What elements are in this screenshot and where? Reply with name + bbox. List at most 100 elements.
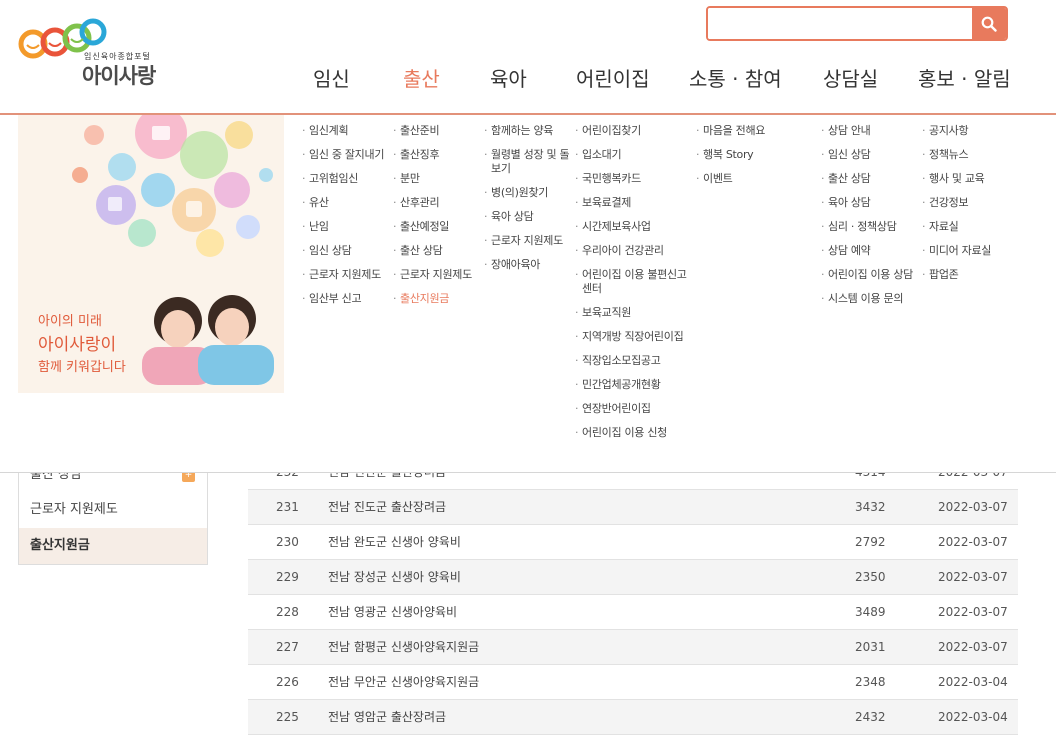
menu-item[interactable]: 미디어 자료실 [922,244,1042,258]
menu-item[interactable]: 보육교직원 [575,306,693,320]
menu-item[interactable]: 입소대기 [575,148,693,162]
mega-menu: 아이의 미래 아이사랑이 함께 키워갑니다 임신계획 임신 중 잘지내기 고위험… [0,115,1056,473]
row-views: 3489 [855,605,886,619]
menu-item[interactable]: 어린이집 이용 불편신고센터 [575,268,693,296]
menu-item[interactable]: 심리 · 정책상담 [821,220,921,234]
menu-item[interactable]: 병(의)원찾기 [484,186,574,200]
menu-item[interactable]: 출산 상담 [821,172,921,186]
promo-banner: 아이의 미래 아이사랑이 함께 키워갑니다 [18,115,284,393]
menu-item[interactable]: 지역개방 직장어린이집 [575,330,693,344]
promo-line-2: 아이사랑이 [38,335,117,355]
row-number: 231 [276,500,299,514]
menu-item[interactable]: 시간제보육사업 [575,220,693,234]
nav-birth[interactable]: 출산 [403,63,440,93]
table-row[interactable]: 228 전남 영광군 신생아양육비 3489 2022-03-07 [248,595,1018,630]
table-row[interactable]: 226 전남 무안군 신생아양육지원금 2348 2022-03-04 [248,665,1018,700]
menu-item[interactable]: 난임 [302,220,392,234]
search-button[interactable] [972,8,1006,39]
board-list: 232 전남 진안군 출산장려금 4314 2022-03-07 231 전남 … [248,455,1018,741]
menu-item[interactable]: 이벤트 [696,172,811,186]
menu-item[interactable]: 임신 상담 [821,148,921,162]
menu-item[interactable]: 상담 예약 [821,244,921,258]
nav-childcare[interactable]: 육아 [490,63,527,93]
row-title[interactable]: 전남 영광군 신생아양육비 [328,595,457,630]
search-box [706,6,1008,41]
menu-item[interactable]: 함께하는 양육 [484,124,574,138]
row-date: 2022-03-07 [938,535,1008,549]
menu-col-notice: 공지사항 정책뉴스 행사 및 교육 건강정보 자료실 미디어 자료실 팝업존 [922,124,1042,292]
menu-item[interactable]: 임신계획 [302,124,392,138]
row-title[interactable]: 전남 함평군 신생아양육지원금 [328,630,479,665]
menu-item[interactable]: 마음을 전해요 [696,124,811,138]
row-number: 225 [276,710,299,724]
menu-item[interactable]: 고위험임신 [302,172,392,186]
menu-item[interactable]: 행복 Story [696,148,811,162]
menu-item[interactable]: 출산예정일 [393,220,483,234]
menu-col-counsel: 상담 안내 임신 상담 출산 상담 육아 상담 심리 · 정책상담 상담 예약 … [821,124,921,316]
menu-item[interactable]: 출산징후 [393,148,483,162]
menu-item[interactable]: 임신 상담 [302,244,392,258]
search-input[interactable] [708,8,972,39]
menu-item[interactable]: 공지사항 [922,124,1042,138]
table-row[interactable]: 230 전남 완도군 신생아 양육비 2792 2022-03-07 [248,525,1018,560]
menu-item[interactable]: 육아 상담 [484,210,574,224]
menu-item[interactable]: 민간업체공개현황 [575,378,693,392]
row-title[interactable]: 전남 진도군 출산장려금 [328,490,446,525]
menu-item[interactable]: 임산부 신고 [302,292,392,306]
menu-item[interactable]: 연장반어린이집 [575,402,693,416]
menu-item[interactable]: 근로자 지원제도 [484,234,574,248]
menu-item[interactable]: 육아 상담 [821,196,921,210]
menu-col-childcare: 함께하는 양육 월령별 성장 및 돌보기 병(의)원찾기 육아 상담 근로자 지… [484,124,574,282]
row-views: 2348 [855,675,886,689]
menu-item[interactable]: 어린이집 이용 신청 [575,426,693,440]
table-row[interactable]: 231 전남 진도군 출산장려금 3432 2022-03-07 [248,490,1018,525]
menu-item[interactable]: 유산 [302,196,392,210]
promo-line-1: 아이의 미래 [38,314,102,329]
menu-item[interactable]: 행사 및 교육 [922,172,1042,186]
nav-notice[interactable]: 홍보 · 알림 [918,63,1011,93]
menu-item[interactable]: 어린이집찾기 [575,124,693,138]
menu-item[interactable]: 월령별 성장 및 돌보기 [484,148,574,176]
row-views: 3432 [855,500,886,514]
menu-item[interactable]: 팝업존 [922,268,1042,282]
row-number: 229 [276,570,299,584]
sidebar-item-birth-grant[interactable]: 출산지원금 [19,528,207,564]
menu-item[interactable]: 보육료결제 [575,196,693,210]
nav-pregnancy[interactable]: 임신 [313,63,350,93]
nav-community[interactable]: 소통 · 참여 [689,63,782,93]
menu-item[interactable]: 근로자 지원제도 [302,268,392,282]
menu-item[interactable]: 출산 상담 [393,244,483,258]
menu-item[interactable]: 출산준비 [393,124,483,138]
menu-item[interactable]: 시스템 이용 문의 [821,292,921,306]
table-row[interactable]: 225 전남 영암군 출산장려금 2432 2022-03-04 [248,700,1018,735]
menu-item[interactable]: 상담 안내 [821,124,921,138]
nav-daycare[interactable]: 어린이집 [576,63,650,93]
menu-item[interactable]: 직장입소모집공고 [575,354,693,368]
site-logo[interactable]: 임신육아종합포털 아이사랑 [18,14,178,88]
table-row[interactable]: 229 전남 장성군 신생아 양육비 2350 2022-03-07 [248,560,1018,595]
menu-item[interactable]: 임신 중 잘지내기 [302,148,392,162]
menu-item[interactable]: 근로자 지원제도 [393,268,483,282]
row-title[interactable]: 전남 완도군 신생아 양육비 [328,525,461,560]
menu-item[interactable]: 정책뉴스 [922,148,1042,162]
sidebar-item-worker-support[interactable]: 근로자 지원제도 [19,492,207,528]
menu-col-pregnancy: 임신계획 임신 중 잘지내기 고위험임신 유산 난임 임신 상담 근로자 지원제… [302,124,392,316]
menu-item[interactable]: 우리아이 건강관리 [575,244,693,258]
menu-item[interactable]: 어린이집 이용 상담 [821,268,921,282]
row-title[interactable]: 전남 무안군 신생아양육지원금 [328,665,479,700]
menu-col-daycare: 어린이집찾기 입소대기 국민행복카드 보육료결제 시간제보육사업 우리아이 건강… [575,124,693,450]
menu-item[interactable]: 건강정보 [922,196,1042,210]
menu-col-birth: 출산준비 출산징후 분만 산후관리 출산예정일 출산 상담 근로자 지원제도 출… [393,124,483,316]
menu-item[interactable]: 자료실 [922,220,1042,234]
menu-item-active[interactable]: 출산지원금 [393,292,483,306]
row-title[interactable]: 전남 영암군 출산장려금 [328,700,446,735]
row-title[interactable]: 전남 장성군 신생아 양육비 [328,560,461,595]
menu-item[interactable]: 장애아육아 [484,258,574,272]
menu-item[interactable]: 산후관리 [393,196,483,210]
menu-item[interactable]: 분만 [393,172,483,186]
menu-item[interactable]: 국민행복카드 [575,172,693,186]
row-number: 227 [276,640,299,654]
logo-name: 아이사랑 [82,64,156,88]
table-row[interactable]: 227 전남 함평군 신생아양육지원금 2031 2022-03-07 [248,630,1018,665]
nav-counsel[interactable]: 상담실 [823,63,878,93]
